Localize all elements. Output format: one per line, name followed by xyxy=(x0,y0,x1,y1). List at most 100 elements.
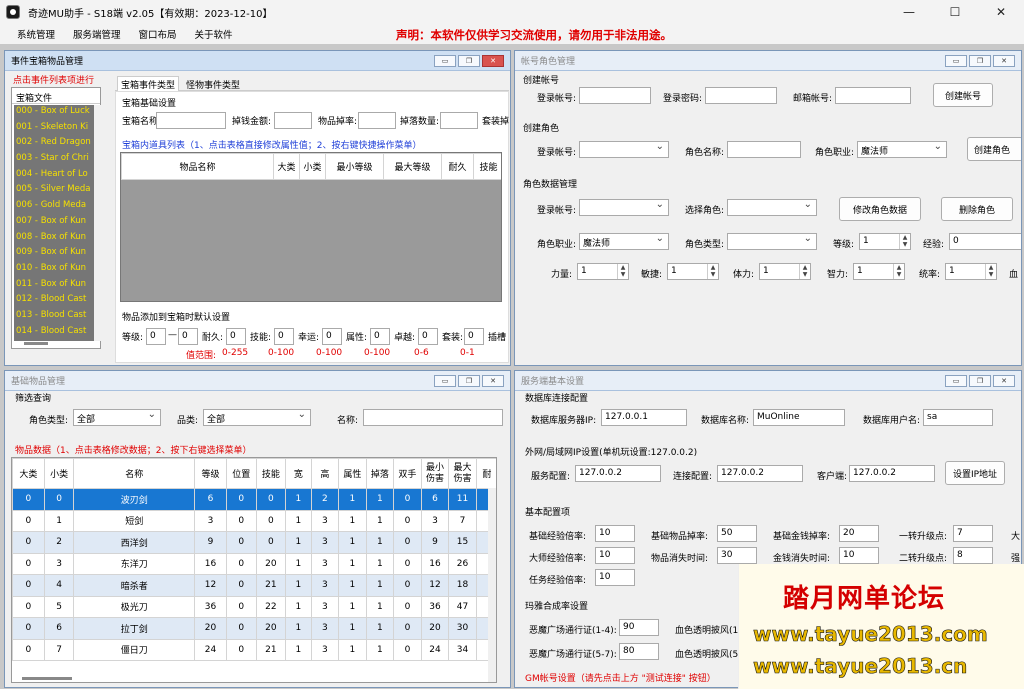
col-height[interactable]: 高 xyxy=(310,458,340,489)
net-server-input[interactable]: 127.0.0.2 xyxy=(575,465,661,482)
cell[interactable]: 0 xyxy=(225,617,257,640)
table-row[interactable]: 0 7 僵日刀 24 0 21 1 3 1 1 0 24 34 xyxy=(12,638,496,661)
cell[interactable]: 0 xyxy=(393,488,422,511)
cell[interactable]: 僵日刀 xyxy=(73,638,196,661)
cell[interactable]: 0 xyxy=(225,595,257,618)
cell[interactable]: 1 xyxy=(338,617,367,640)
spin-arrows-icon[interactable]: ▲ ▼ xyxy=(893,264,904,279)
cell[interactable]: 36 xyxy=(420,595,450,618)
cell[interactable]: 东洋刀 xyxy=(73,552,196,575)
pane-restore-button[interactable]: ❐ xyxy=(458,55,480,67)
cell[interactable]: 1 xyxy=(285,574,312,597)
default-set-input[interactable]: 0 xyxy=(464,328,484,345)
treasure-name-input[interactable] xyxy=(156,112,226,129)
cell[interactable]: 0 xyxy=(255,531,287,554)
db-name-input[interactable]: MuOnline xyxy=(753,409,845,426)
cell[interactable]: 20 xyxy=(255,617,287,640)
create-account-button[interactable]: 创建帐号 xyxy=(933,83,993,107)
col-main-type[interactable]: 大类 xyxy=(273,153,300,180)
col-sub-type[interactable]: 小类 xyxy=(299,153,326,180)
items-grid-scrollbar[interactable] xyxy=(488,488,496,682)
spin-arrows-icon[interactable]: ▲ ▼ xyxy=(985,264,996,279)
menu-server[interactable]: 服务端管理 xyxy=(64,27,130,41)
cell[interactable]: 15 xyxy=(448,531,477,554)
cell[interactable]: 0 xyxy=(12,617,45,640)
list-item[interactable]: 008 - Box of Kun xyxy=(14,231,94,247)
pane-restore-button[interactable]: ❐ xyxy=(969,55,991,67)
modify-char-button[interactable]: 修改角色数据 xyxy=(839,197,921,221)
table-row[interactable]: 0 4 暗杀者 12 0 21 1 3 1 1 0 12 18 xyxy=(12,574,496,597)
cell[interactable]: 16 xyxy=(420,552,450,575)
cell[interactable]: 0 xyxy=(393,509,422,532)
pane-close-button[interactable]: ✕ xyxy=(993,55,1015,67)
items-grid-hscroll-thumb[interactable] xyxy=(22,677,72,680)
col-durability[interactable]: 耐 xyxy=(475,458,496,489)
cell[interactable]: 12 xyxy=(194,574,227,597)
cell[interactable]: 6 xyxy=(43,617,75,640)
char-name-input[interactable] xyxy=(727,141,801,158)
cell[interactable]: 1 xyxy=(338,552,367,575)
db-user-input[interactable]: sa xyxy=(923,409,993,426)
cell[interactable]: 24 xyxy=(194,638,227,661)
cell[interactable]: 1 xyxy=(365,617,395,640)
cell[interactable]: 1 xyxy=(338,638,367,661)
cell[interactable]: 0 xyxy=(393,595,422,618)
char-class-select[interactable]: 魔法师 xyxy=(857,141,947,158)
cell[interactable]: 1 xyxy=(365,595,395,618)
list-item[interactable]: 006 - Gold Meda xyxy=(14,199,94,215)
cell[interactable]: 1 xyxy=(338,488,367,511)
treasure-file-list[interactable]: 宝箱文件 000 - Box of Luck 001 - Skeleton Ki… xyxy=(11,87,102,349)
table-row[interactable]: 0 0 波刃剑 6 0 0 1 2 1 1 0 6 11 xyxy=(12,488,496,511)
cell[interactable]: 0 xyxy=(393,531,422,554)
cell[interactable]: 3 xyxy=(310,509,340,532)
cell[interactable]: 1 xyxy=(285,531,312,554)
dc1-input[interactable]: 90 xyxy=(619,619,659,636)
spin-arrows-icon[interactable]: ▲ ▼ xyxy=(799,264,810,279)
spin-arrows-icon[interactable]: ▲ ▼ xyxy=(707,264,718,279)
cell[interactable]: 3 xyxy=(310,531,340,554)
cell[interactable]: 短剑 xyxy=(73,509,196,532)
cell[interactable]: 1 xyxy=(285,552,312,575)
col-level[interactable]: 等级 xyxy=(194,458,227,489)
col-min-dmg[interactable]: 最小伤害 xyxy=(420,458,450,489)
col-slot[interactable]: 位置 xyxy=(225,458,257,489)
list-item[interactable]: 005 - Silver Meda xyxy=(14,183,94,199)
money-input[interactable] xyxy=(274,112,312,129)
master-rate-input[interactable]: 10 xyxy=(595,547,635,564)
list-item[interactable]: 012 - Blood Cast xyxy=(14,293,94,309)
cell[interactable]: 0 xyxy=(12,574,45,597)
cell[interactable]: 9 xyxy=(420,531,450,554)
cell[interactable]: 1 xyxy=(365,488,395,511)
cell[interactable]: 0 xyxy=(225,552,257,575)
col-skill[interactable]: 技能 xyxy=(255,458,287,489)
money-rate-input[interactable]: 20 xyxy=(839,525,879,542)
list-item[interactable]: 009 - Box of Kun xyxy=(14,246,94,262)
cell[interactable]: 0 xyxy=(12,638,45,661)
cell[interactable]: 18 xyxy=(448,574,477,597)
delete-char-button[interactable]: 删除角色 xyxy=(941,197,1013,221)
col-main-type[interactable]: 大类 xyxy=(12,458,45,489)
cell[interactable]: 1 xyxy=(338,574,367,597)
cell[interactable]: 2 xyxy=(310,488,340,511)
pane-minimize-button[interactable]: ▭ xyxy=(945,55,967,67)
str-stepper[interactable]: 1 ▲ ▼ xyxy=(577,263,629,280)
net-connect-input[interactable]: 127.0.0.2 xyxy=(717,465,803,482)
table-row[interactable]: 0 5 极光刀 36 0 22 1 3 1 1 0 36 47 xyxy=(12,595,496,618)
cell[interactable]: 3 xyxy=(420,509,450,532)
db-ip-input[interactable]: 127.0.0.1 xyxy=(601,409,687,426)
cell[interactable]: 1 xyxy=(285,509,312,532)
cell[interactable]: 0 xyxy=(225,638,257,661)
list-item[interactable]: 011 - Box of Kun xyxy=(14,278,94,294)
manage-login-select[interactable] xyxy=(579,199,669,216)
cmd-stepper[interactable]: 1 ▲ ▼ xyxy=(945,263,997,280)
vit-stepper[interactable]: 1 ▲ ▼ xyxy=(759,263,811,280)
list-hscroll-thumb[interactable] xyxy=(24,342,48,345)
cell[interactable]: 1 xyxy=(365,552,395,575)
money-vanish-input[interactable]: 10 xyxy=(839,547,879,564)
cell[interactable]: 极光刀 xyxy=(73,595,196,618)
cell[interactable]: 0 xyxy=(225,488,257,511)
cell[interactable]: 0 xyxy=(225,574,257,597)
list-item[interactable]: 001 - Skeleton Ki xyxy=(14,121,94,137)
quest-rate-input[interactable]: 10 xyxy=(595,569,635,586)
col-two-hand[interactable]: 双手 xyxy=(393,458,422,489)
